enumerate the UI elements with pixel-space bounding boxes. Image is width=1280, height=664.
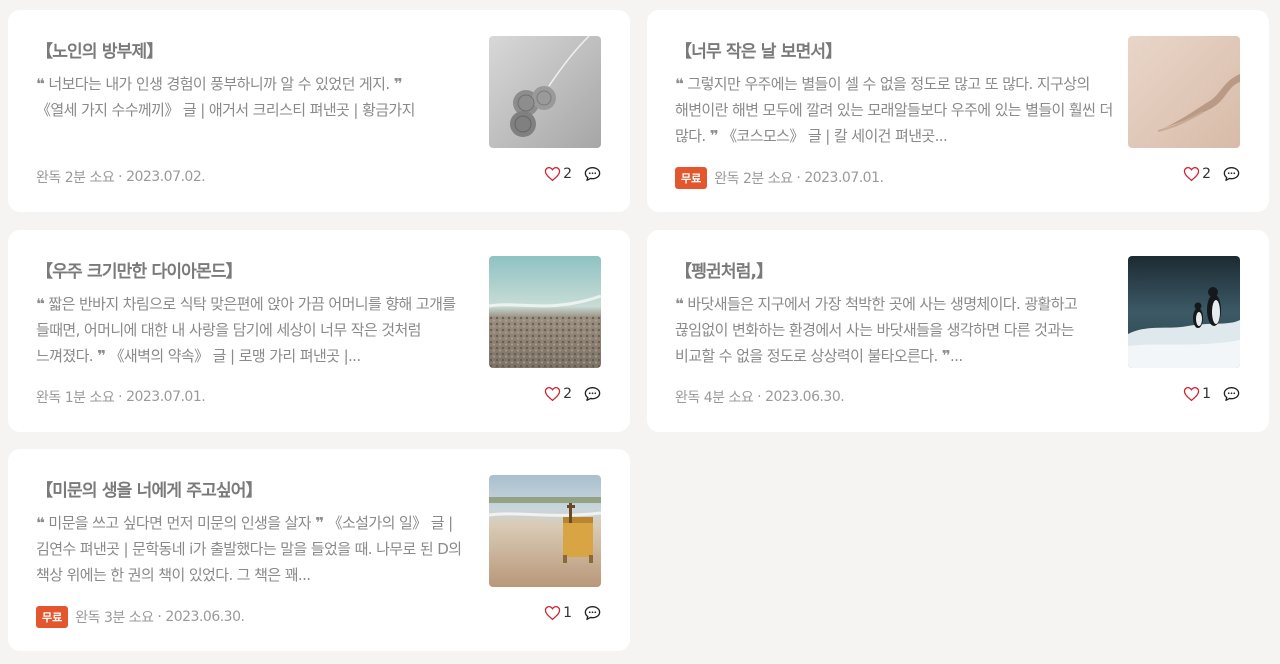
comment-icon [584,166,601,182]
open-quote-icon: ❝ [675,75,684,93]
like-count: 2 [563,386,572,402]
article-excerpt: ❝ 짧은 반바지 차림으로 식탁 맞은편에 앉아 가끔 어머니를 향해 고개를 … [36,295,456,365]
open-quote-icon: ❝ [36,75,45,93]
penguins-image[interactable] [1128,256,1240,368]
article-title[interactable]: 【미문의 생을 너에게 주고싶어】 [36,476,466,501]
heart-icon [544,166,561,182]
article-meta: 무료 완독 3분 소요 · 2023.06.30. [36,606,245,628]
open-quote-icon: ❝ [36,295,45,313]
comment-icon [1223,386,1240,402]
comment-button[interactable] [1222,385,1241,403]
comment-button[interactable] [583,165,602,183]
article-meta: 완독 1분 소요 · 2023.07.01. [36,389,206,406]
open-quote-icon: ❝ [36,514,45,532]
article-card[interactable]: 【펭귄처럼,】 ❝ 바닷새들은 지구에서 가장 척박한 곳에 사는 생명체이다.… [647,230,1269,432]
article-card[interactable]: 【우주 크기만한 다이아몬드】 ❝ 짧은 반바지 차림으로 식탁 맞은편에 앉아… [8,230,630,432]
article-excerpt: ❝ 바닷새들은 지구에서 가장 척박한 곳에 사는 생명체이다. 광활하고 끊임… [675,295,1078,365]
article-title[interactable]: 【노인의 방부제】 [36,37,466,62]
heart-icon [1183,386,1200,402]
like-count: 2 [1202,166,1211,182]
article-meta: 무료 완독 2분 소요 · 2023.07.01. [675,167,884,189]
like-count: 2 [563,166,572,182]
article-excerpt: ❝ 너보다는 내가 인생 경험이 풍부하니까 알 수 있었던 게지. ❞ 《열세… [36,75,415,119]
comment-button[interactable] [1222,165,1241,183]
like-button[interactable]: 2 [544,386,572,402]
pebble-beach-image[interactable] [489,256,601,368]
like-count: 1 [1202,386,1211,402]
article-title[interactable]: 【너무 작은 날 보면서】 [675,37,1105,62]
comment-icon [1223,166,1240,182]
comment-button[interactable] [583,385,602,403]
heart-icon [544,605,561,621]
heart-icon [544,386,561,402]
close-quote-icon: ❞ [97,347,106,365]
like-button[interactable]: 2 [544,166,572,182]
sand-dune-image[interactable] [1128,36,1240,148]
article-excerpt: ❝ 미문을 쓰고 싶다면 먼저 미문의 인생을 살자 ❞ 《소설가의 일》 글 … [36,514,462,584]
like-button[interactable]: 1 [544,605,572,621]
article-excerpt: ❝ 그렇지만 우주에는 별들이 셀 수 없을 정도로 많고 또 많다. 지구상의… [675,75,1113,145]
article-card[interactable]: 【노인의 방부제】 ❝ 너보다는 내가 인생 경험이 풍부하니까 알 수 있었던… [8,10,630,212]
open-quote-icon: ❝ [675,295,684,313]
free-badge: 무료 [36,606,69,628]
like-count: 1 [563,605,572,621]
article-meta: 완독 2분 소요 · 2023.07.02. [36,169,206,186]
yarn-balls-image[interactable] [489,36,601,148]
like-button[interactable]: 1 [1183,386,1211,402]
beach-bench-image[interactable] [489,475,601,587]
comment-button[interactable] [583,604,602,622]
article-title[interactable]: 【우주 크기만한 다이아몬드】 [36,257,466,282]
comment-icon [584,605,601,621]
article-title[interactable]: 【펭귄처럼,】 [675,257,1105,282]
close-quote-icon: ❞ [709,127,719,145]
like-button[interactable]: 2 [1183,166,1211,182]
close-quote-icon: ❞ [315,514,324,532]
article-meta: 완독 4분 소요 · 2023.06.30. [675,389,845,406]
close-quote-icon: ❞ [393,75,403,93]
heart-icon [1183,166,1200,182]
article-card[interactable]: 【미문의 생을 너에게 주고싶어】 ❝ 미문을 쓰고 싶다면 먼저 미문의 인생… [8,449,630,651]
article-card[interactable]: 【너무 작은 날 보면서】 ❝ 그렇지만 우주에는 별들이 셀 수 없을 정도로… [647,10,1269,212]
comment-icon [584,386,601,402]
free-badge: 무료 [675,167,708,189]
close-quote-icon: ❞ [941,347,951,365]
